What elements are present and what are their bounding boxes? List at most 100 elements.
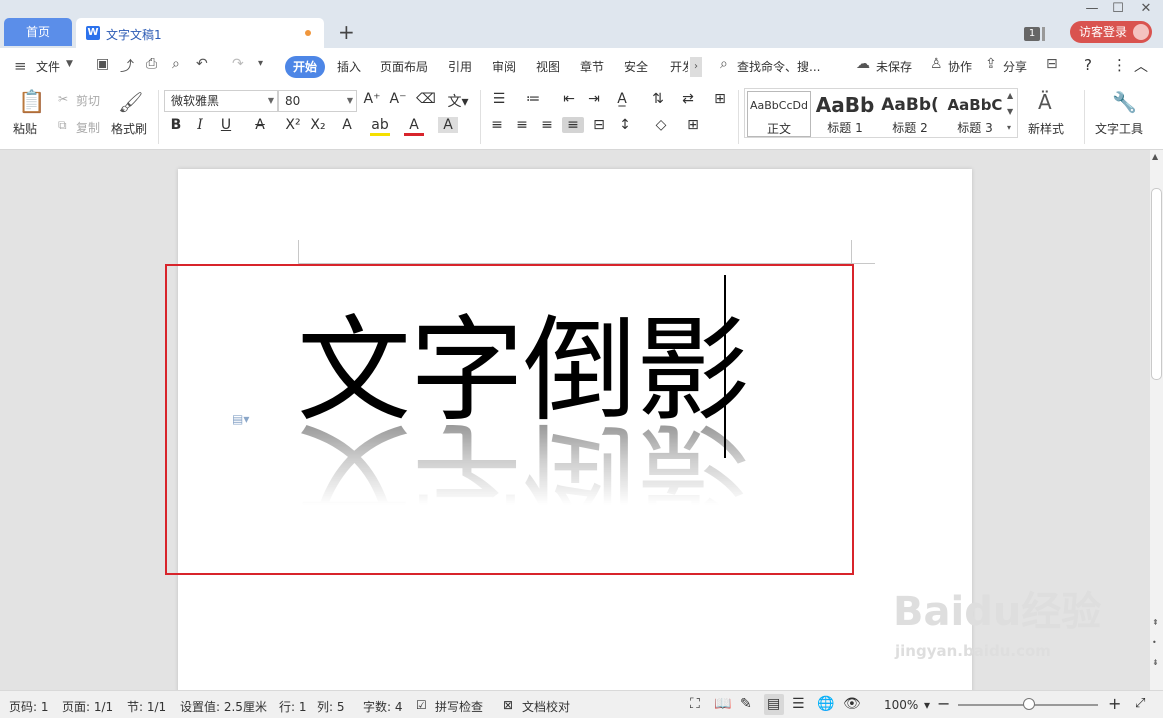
quick-access-dropdown-icon[interactable]: ▾	[258, 58, 263, 69]
borders-icon[interactable]: ⊞	[683, 117, 703, 133]
unsaved-status[interactable]: 未保存	[876, 58, 912, 75]
print-icon[interactable]: ⎙	[146, 56, 157, 72]
text-direction-icon[interactable]: A̲	[612, 91, 632, 107]
shrink-font-button[interactable]: A⁻	[388, 91, 408, 107]
style-scroll-up-icon[interactable]: ▲	[1007, 91, 1013, 100]
menu-view[interactable]: 视图	[536, 58, 560, 75]
next-page-icon[interactable]: ⇟	[1152, 658, 1159, 667]
zoom-dropdown-icon[interactable]: ▾	[924, 698, 930, 712]
chevron-down-icon[interactable]: ▼	[66, 59, 73, 69]
cloud-icon[interactable]: ☁	[856, 56, 870, 72]
style-heading-3[interactable]: AaBbC 标题 3	[943, 91, 1007, 137]
proofread-icon[interactable]: ⊠	[503, 698, 513, 712]
bold-button[interactable]: B	[166, 117, 186, 133]
sort-icon[interactable]: ⇅	[648, 91, 668, 107]
scroll-up-icon[interactable]: ▲	[1152, 152, 1158, 161]
menu-file[interactable]: 文件	[36, 58, 60, 75]
paste-icon[interactable]: 📋	[18, 90, 45, 115]
increase-indent-icon[interactable]: ⇥	[584, 91, 604, 107]
reading-mode-icon[interactable]: 📖	[714, 696, 731, 712]
status-section[interactable]: 节: 1/1	[127, 698, 166, 715]
bullet-list-icon[interactable]: ☰	[489, 91, 509, 107]
status-col[interactable]: 列: 5	[317, 698, 345, 715]
print-preview-icon[interactable]: ⌕	[172, 56, 180, 72]
numbered-list-icon[interactable]: ≔	[523, 91, 543, 107]
font-name-select[interactable]: 微软雅黑 ▼	[164, 90, 278, 112]
save-icon[interactable]: ▣	[96, 56, 109, 72]
justify-icon[interactable]: ≡	[562, 117, 584, 133]
line-spacing-icon[interactable]: ↕	[615, 117, 635, 133]
menu-developer[interactable]: 开发	[670, 58, 688, 75]
menu-chapter[interactable]: 章节	[580, 58, 604, 75]
edit-mode-icon[interactable]: ✎	[740, 696, 752, 712]
menu-references[interactable]: 引用	[448, 58, 472, 75]
wrench-icon[interactable]: 🔧	[1112, 90, 1137, 114]
highlight-button[interactable]: ab	[370, 117, 390, 136]
copy-icon[interactable]: ⧉	[58, 118, 67, 133]
spell-check-icon[interactable]: ☑	[416, 698, 427, 712]
cut-button[interactable]: 剪切	[76, 92, 100, 109]
align-center-icon[interactable]: ≡	[512, 117, 532, 133]
char-shading-button[interactable]: A	[438, 117, 458, 133]
window-count-badge[interactable]: 1	[1024, 27, 1040, 41]
format-painter-icon[interactable]: 🖌	[118, 90, 143, 114]
align-right-icon[interactable]: ≡	[537, 117, 557, 133]
status-row[interactable]: 行: 1	[279, 698, 307, 715]
status-page-code[interactable]: 页码: 1	[9, 698, 49, 715]
share-icon[interactable]: ⇪	[985, 56, 997, 72]
share-button[interactable]: 分享	[1003, 58, 1027, 75]
outline-view-icon[interactable]: ☰	[792, 696, 805, 712]
paste-button[interactable]: 粘贴	[13, 120, 37, 137]
toolbar-mode-icon[interactable]: ⊟	[1046, 56, 1058, 72]
zoom-in-icon[interactable]: +	[1108, 694, 1121, 713]
minimize-button[interactable]: —	[1082, 0, 1102, 18]
prev-page-icon[interactable]: ⇞	[1152, 618, 1159, 627]
superscript-button[interactable]: X²	[283, 117, 303, 133]
new-style-button[interactable]: 新样式	[1028, 120, 1064, 137]
fit-page-icon[interactable]: ⤢	[1135, 696, 1145, 711]
style-expand-icon[interactable]: ▾	[1007, 123, 1011, 132]
status-pages[interactable]: 页面: 1/1	[62, 698, 113, 715]
clear-format-icon[interactable]: ⌫	[416, 91, 436, 107]
redo-icon[interactable]: ↷	[232, 56, 244, 72]
italic-button[interactable]: I	[190, 117, 210, 133]
menu-review[interactable]: 审阅	[492, 58, 516, 75]
zoom-level[interactable]: 100%	[884, 698, 918, 712]
page-view-icon[interactable]: ▤	[767, 696, 780, 712]
format-painter-button[interactable]: 格式刷	[111, 120, 147, 137]
zoom-out-icon[interactable]: −	[937, 694, 950, 713]
style-heading-1[interactable]: AaBb 标题 1	[813, 91, 877, 137]
style-scroll-down-icon[interactable]: ▼	[1007, 107, 1013, 116]
show-marks-icon[interactable]: ⊞	[710, 91, 730, 107]
menu-page-layout[interactable]: 页面布局	[380, 58, 428, 75]
collaborate-icon[interactable]: ♙	[930, 56, 943, 72]
fullscreen-icon[interactable]: ⛶	[690, 696, 700, 712]
export-icon[interactable]: ⤴	[120, 56, 134, 76]
new-style-icon[interactable]: Ä	[1038, 90, 1052, 114]
line-break-icon[interactable]: ⇄	[678, 91, 698, 107]
align-left-icon[interactable]: ≡	[487, 117, 507, 133]
subscript-button[interactable]: X₂	[308, 117, 328, 133]
zoom-slider-knob[interactable]	[1023, 698, 1035, 710]
eye-care-icon[interactable]: 👁	[843, 696, 861, 712]
visitor-login-button[interactable]: 访客登录	[1070, 21, 1152, 43]
tab-home[interactable]: 首页	[4, 18, 72, 46]
decrease-indent-icon[interactable]: ⇤	[559, 91, 579, 107]
grow-font-button[interactable]: A⁺	[362, 91, 382, 107]
text-tools-button[interactable]: 文字工具	[1095, 120, 1143, 137]
new-tab-button[interactable]: +	[338, 19, 355, 45]
strikethrough-button[interactable]: A	[250, 117, 270, 133]
phonetic-guide-icon[interactable]: 文▾	[444, 91, 472, 111]
menu-scroll-right-icon[interactable]: ›	[690, 57, 702, 77]
select-browse-icon[interactable]: •	[1152, 638, 1157, 647]
restore-button[interactable]: ☐	[1108, 0, 1128, 18]
help-button[interactable]: ?	[1084, 56, 1092, 74]
status-setting[interactable]: 设置值: 2.5厘米	[180, 698, 267, 715]
undo-icon[interactable]: ↶	[196, 56, 208, 72]
web-view-icon[interactable]: 🌐	[817, 696, 834, 712]
tab-document[interactable]: W 文字文稿1	[76, 18, 324, 48]
search-icon[interactable]: ⌕	[720, 56, 728, 72]
close-button[interactable]: ✕	[1136, 0, 1156, 18]
style-normal[interactable]: AaBbCcDd 正文	[747, 91, 811, 137]
collaborate-button[interactable]: 协作	[948, 58, 972, 75]
